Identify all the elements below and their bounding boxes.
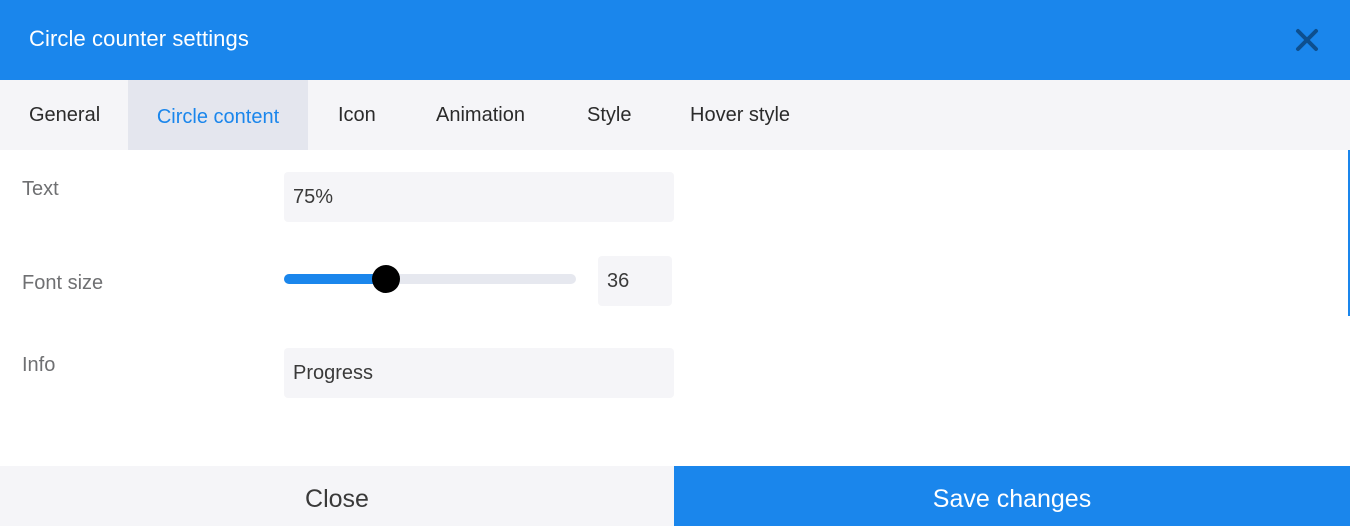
tab-hover-style[interactable]: Hover style <box>690 80 790 150</box>
slider-thumb[interactable] <box>372 265 400 293</box>
settings-dialog: Circle counter settings General Circle c… <box>0 0 1350 526</box>
tab-label: Animation <box>436 104 525 126</box>
close-button[interactable]: Close <box>0 466 674 526</box>
font-size-label: Font size <box>22 272 104 294</box>
font-size-slider[interactable] <box>284 265 576 293</box>
tab-circle-content[interactable]: Circle content <box>128 80 308 150</box>
tab-label: Icon <box>338 104 376 126</box>
tab-animation[interactable]: Animation <box>436 80 525 150</box>
font-size-input[interactable] <box>598 256 672 306</box>
info-input[interactable] <box>284 348 674 398</box>
info-label: Info <box>22 354 56 376</box>
save-button-label: Save changes <box>932 485 1092 513</box>
tab-icon[interactable]: Icon <box>338 80 376 150</box>
dialog-title: Circle counter settings <box>29 26 249 51</box>
close-x-icon[interactable] <box>1294 27 1320 53</box>
close-button-label: Close <box>305 485 369 513</box>
tab-style[interactable]: Style <box>587 80 631 150</box>
text-label: Text <box>22 178 59 200</box>
text-input[interactable] <box>284 172 674 222</box>
content-panel <box>0 150 1350 466</box>
dialog-header: Circle counter settings <box>0 0 1350 80</box>
tab-label: General <box>29 104 101 126</box>
tab-label: Style <box>587 104 632 126</box>
tab-label: Hover style <box>690 104 791 126</box>
tab-bar: General Circle content Icon Animation St… <box>0 80 1350 150</box>
tab-label: Circle content <box>156 106 280 128</box>
save-changes-button[interactable]: Save changes <box>674 466 1350 526</box>
slider-fill <box>284 274 386 284</box>
tab-general[interactable]: General <box>29 80 100 150</box>
